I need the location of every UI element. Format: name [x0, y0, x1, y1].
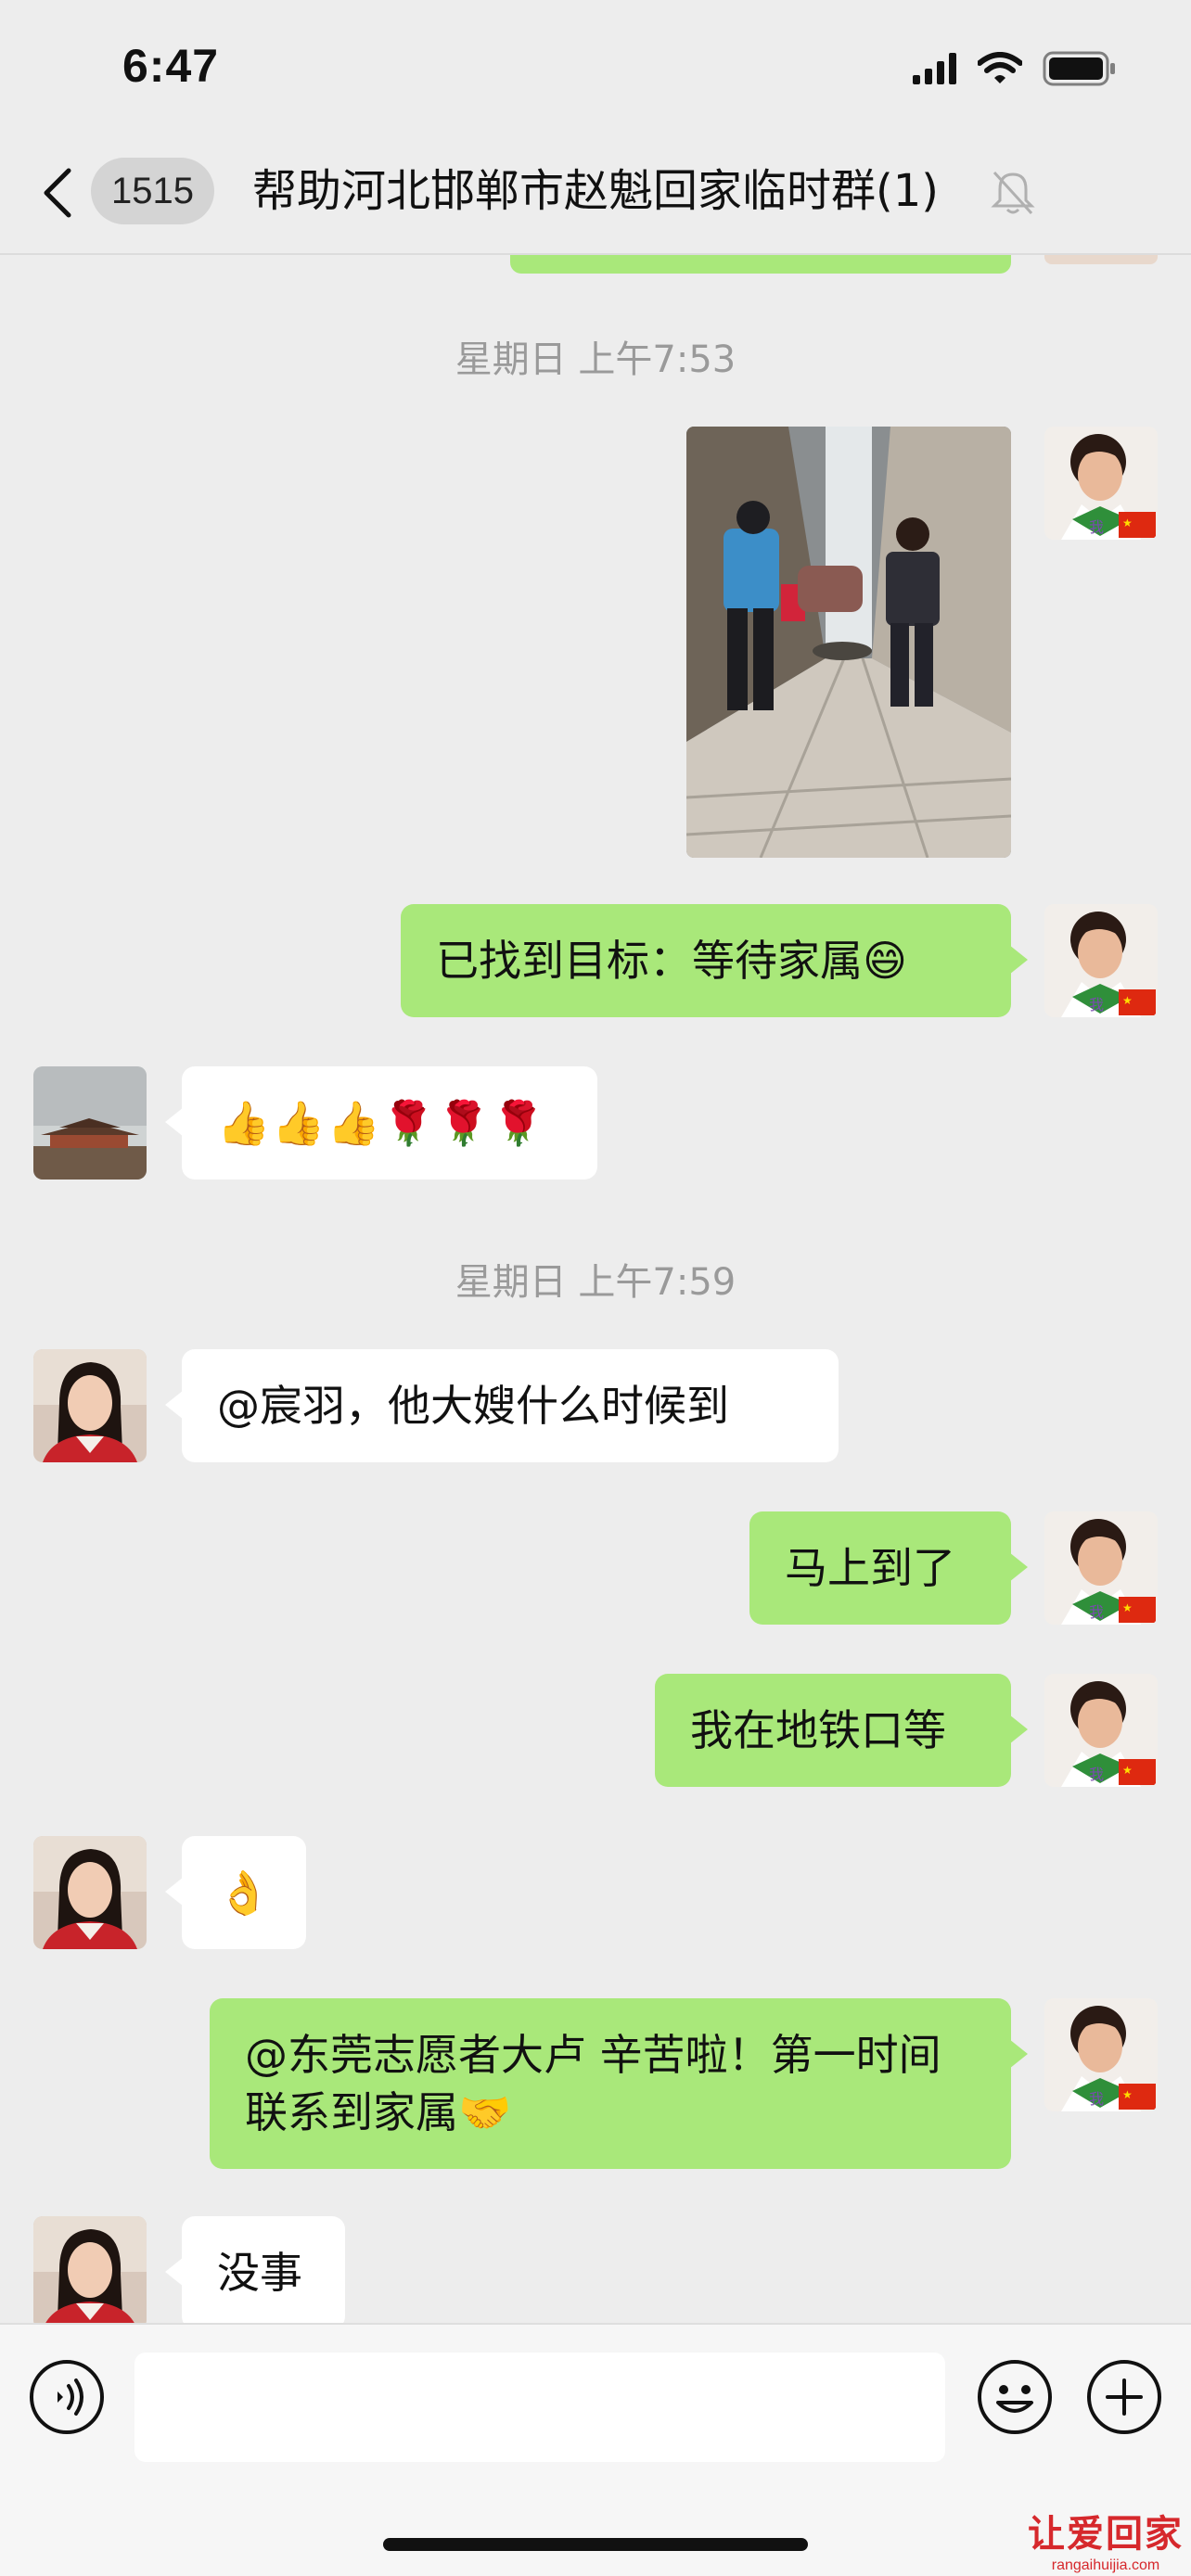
avatar-self[interactable] [1044, 1998, 1158, 2111]
message-bubble-sent[interactable]: 已找到目标：等待家属😄 [401, 904, 1028, 1017]
message-bubble-received[interactable]: 👍👍👍🌹🌹🌹 [165, 1066, 597, 1180]
message-bubble-sent[interactable]: 马上到了 [749, 1511, 1028, 1625]
avatar-woman[interactable] [33, 1349, 147, 1462]
message-timestamp: 星期日 上午7:53 [455, 338, 736, 381]
avatar-woman[interactable] [33, 1836, 147, 1949]
chat-title[interactable]: 帮助河北邯郸市赵魁回家临时群(1) [252, 161, 939, 221]
status-icons [913, 50, 1117, 87]
plus-icon[interactable] [1085, 2358, 1163, 2436]
message-timestamp: 星期日 上午7:59 [455, 1261, 736, 1304]
avatar-self[interactable] [1044, 427, 1158, 540]
status-bar: 6:47 [0, 0, 1191, 130]
message-list[interactable]: 星期日 上午7:53 已找到目标：等待家属😄 👍👍👍🌹🌹🌹 星期日 上午7:59… [0, 255, 1191, 2323]
avatar-self[interactable] [1044, 1511, 1158, 1625]
input-bar: 让爱回家 rangaihuijia.com [0, 2323, 1191, 2576]
watermark-url: rangaihuijia.com [1051, 2557, 1160, 2573]
message-bubble-received[interactable]: @宸羽，他大嫂什么时候到 [165, 1349, 839, 1462]
message-bubble-received[interactable]: 没事 [165, 2216, 345, 2323]
unread-count-badge[interactable]: 1515 [91, 158, 214, 224]
status-time: 6:47 [122, 40, 220, 92]
emoji-icon[interactable] [976, 2358, 1054, 2436]
voice-icon[interactable] [28, 2358, 106, 2436]
avatar-partial[interactable] [1044, 255, 1158, 264]
message-bubble-sent[interactable]: @东莞志愿者大卢 辛苦啦！第一时间联系到家属🤝 [210, 1998, 1028, 2169]
wifi-icon [978, 52, 1022, 83]
signal-icon [913, 53, 956, 84]
avatar-self[interactable] [1044, 1674, 1158, 1787]
avatar-woman[interactable] [33, 2216, 147, 2323]
avatar-self[interactable] [1044, 904, 1158, 1017]
watermark-title: 让爱回家 [1028, 2513, 1184, 2556]
avatar-temple[interactable] [33, 1066, 147, 1180]
watermark: 让爱回家 rangaihuijia.com [1028, 2504, 1184, 2574]
home-indicator [383, 2538, 808, 2551]
message-bubble-partial[interactable] [510, 255, 1011, 274]
back-icon[interactable] [39, 165, 76, 221]
message-input[interactable] [134, 2353, 945, 2462]
bell-mute-icon [991, 171, 1035, 215]
message-bubble-sent[interactable]: 我在地铁口等 [655, 1674, 1028, 1787]
photo-message[interactable] [686, 427, 1011, 858]
message-bubble-received[interactable]: 👌 [165, 1836, 306, 1949]
chat-header: 1515 帮助河北邯郸市赵魁回家临时群(1) [0, 130, 1191, 255]
battery-icon [1043, 51, 1115, 86]
